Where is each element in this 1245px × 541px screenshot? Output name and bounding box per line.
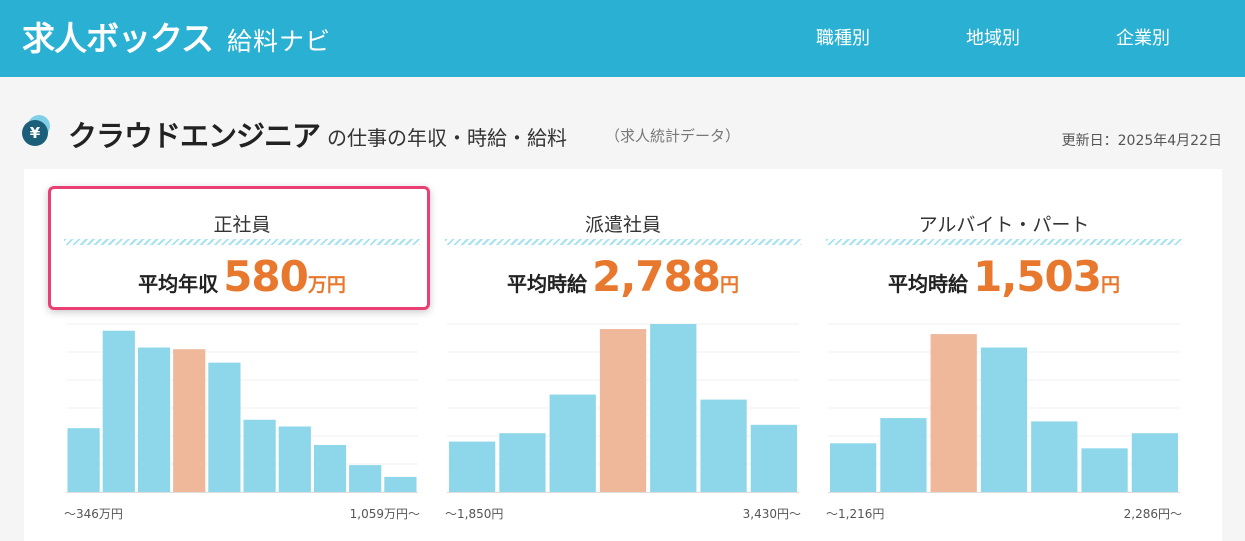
histogram-bar (549, 394, 596, 492)
histogram-bar (830, 443, 877, 492)
site-logo[interactable]: 求人ボックス 給料ナビ (22, 12, 331, 60)
histogram-bar (700, 399, 747, 492)
logo-sub-text: 給料ナビ (227, 27, 332, 56)
range-min-label: 〜1,216円 (826, 507, 885, 521)
histogram-bar (449, 441, 496, 492)
logo-main-text: 求人ボックス (22, 19, 214, 58)
histogram-bar (137, 347, 171, 492)
selected-panel-highlight (48, 186, 430, 310)
histogram-bar (67, 428, 100, 492)
range-max-label: 1,059万円〜 (349, 507, 420, 521)
page-title-note: （求人統計データ） (605, 127, 741, 145)
site-header: 求人ボックス 給料ナビ 職種別 地域別 企業別 (0, 0, 1245, 77)
salary-histogram (66, 323, 418, 493)
average-row: 平均時給 2,788円 (443, 252, 803, 301)
nav-by-company[interactable]: 企業別 (1116, 24, 1170, 50)
range-max-label: 2,286円〜 (1123, 507, 1182, 521)
histogram-bar (1081, 448, 1128, 492)
average-unit: 円 (719, 274, 739, 296)
histogram-bar (313, 444, 347, 492)
histogram-bar (1031, 421, 1078, 492)
range-min-label: 〜346万円 (64, 507, 123, 521)
salary-histogram (447, 323, 799, 493)
histogram-bar (980, 347, 1028, 492)
stripe-divider (445, 239, 801, 245)
page-title: クラウドエンジニア (68, 119, 321, 153)
histogram-bar (650, 324, 697, 492)
histogram-bar (499, 433, 546, 492)
histogram-bar-average (173, 349, 206, 492)
average-label: 平均時給 (888, 272, 969, 296)
salary-histogram (828, 323, 1180, 493)
page-title-row: ¥ クラウドエンジニア の仕事の年収・時給・給料 （求人統計データ） 更新日：2… (22, 113, 1222, 153)
panel-title: アルバイト・パート (918, 214, 1090, 236)
histogram-bar (384, 476, 417, 492)
range-max-label: 3,430円〜 (742, 507, 801, 521)
histogram-bar (1131, 433, 1178, 492)
histogram-bar (349, 465, 382, 492)
histogram-bar-average (930, 334, 977, 492)
salary-summary-card: 正社員 平均年収 580万円 〜346万円 1,059万円〜 派遣社員 平均時給… (24, 169, 1222, 541)
histogram-bar (880, 418, 927, 492)
histogram-bar (102, 330, 135, 492)
histogram-bar (208, 362, 241, 492)
panel-part-time[interactable]: アルバイト・パート 平均時給 1,503円 〜1,216円 2,286円〜 (824, 169, 1184, 541)
nav-by-region[interactable]: 地域別 (966, 24, 1020, 50)
average-value: 2,788 (592, 252, 721, 301)
panel-temp-staff[interactable]: 派遣社員 平均時給 2,788円 〜1,850円 3,430円〜 (443, 169, 803, 541)
average-label: 平均時給 (507, 272, 588, 296)
average-unit: 円 (1100, 274, 1120, 296)
average-row: 平均時給 1,503円 (824, 252, 1184, 301)
histogram-bar (278, 426, 311, 492)
yen-coin-icon: ¥ (22, 115, 50, 148)
histogram-bar (750, 424, 797, 492)
histogram-bar (243, 419, 276, 492)
range-min-label: 〜1,850円 (445, 507, 504, 521)
average-value: 1,503 (973, 252, 1102, 301)
page-title-suffix: の仕事の年収・時給・給料 (327, 126, 567, 150)
nav-by-occupation[interactable]: 職種別 (816, 24, 870, 50)
histogram-bar-average (599, 329, 647, 492)
updated-date: 更新日：2025年4月22日 (1061, 133, 1222, 149)
panel-title: 派遣社員 (584, 214, 661, 236)
stripe-divider (826, 239, 1182, 245)
